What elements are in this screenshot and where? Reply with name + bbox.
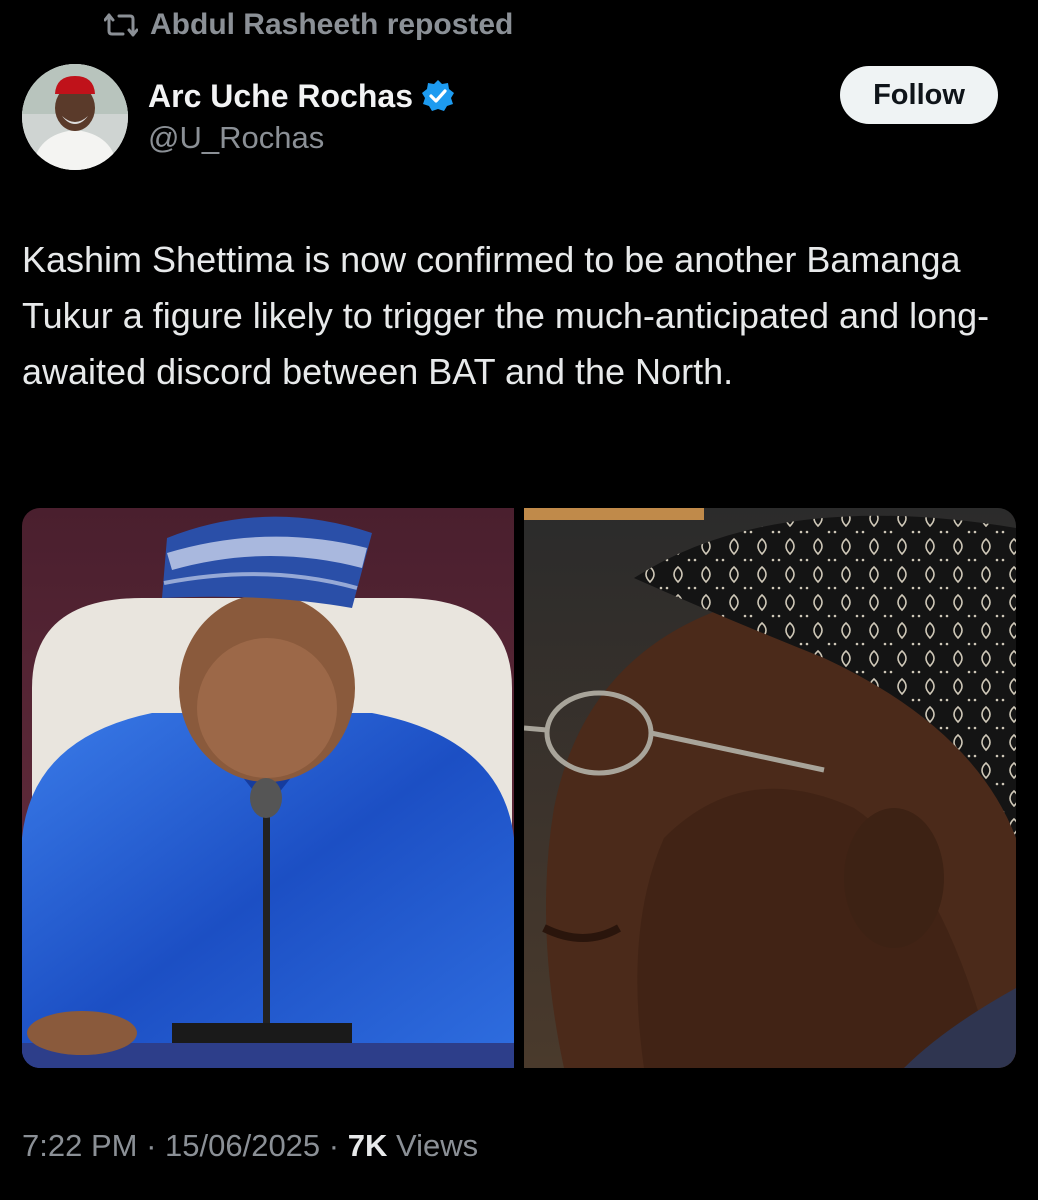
meta-separator: · <box>320 1128 348 1163</box>
meta-separator: · <box>137 1128 166 1163</box>
tweet-image-right[interactable] <box>524 508 1016 1068</box>
views-count: 7K <box>347 1128 388 1163</box>
repost-text: Abdul Rasheeth reposted <box>150 8 514 41</box>
tweet-date[interactable]: 15/06/2025 <box>165 1128 320 1164</box>
tweet-text: Kashim Shettima is now confirmed to be a… <box>22 239 990 392</box>
repost-indicator[interactable]: Abdul Rasheeth reposted <box>104 8 513 42</box>
repost-icon <box>104 9 144 41</box>
tweet-image-left[interactable] <box>22 508 514 1068</box>
verified-badge-icon <box>421 79 455 113</box>
tweet-time[interactable]: 7:22 PM <box>22 1128 137 1164</box>
views-label-spacer <box>387 1128 396 1164</box>
author-name[interactable]: Arc Uche Rochas <box>148 78 413 115</box>
author-handle[interactable]: @U_Rochas <box>148 120 324 156</box>
views-label: Views <box>396 1128 479 1163</box>
author-name-row[interactable]: Arc Uche Rochas <box>148 74 455 118</box>
tweet-meta: 7:22 PM · 15/06/2025 · 7K Views <box>22 1124 478 1168</box>
follow-button[interactable]: Follow <box>840 66 998 124</box>
avatar[interactable] <box>22 64 128 170</box>
